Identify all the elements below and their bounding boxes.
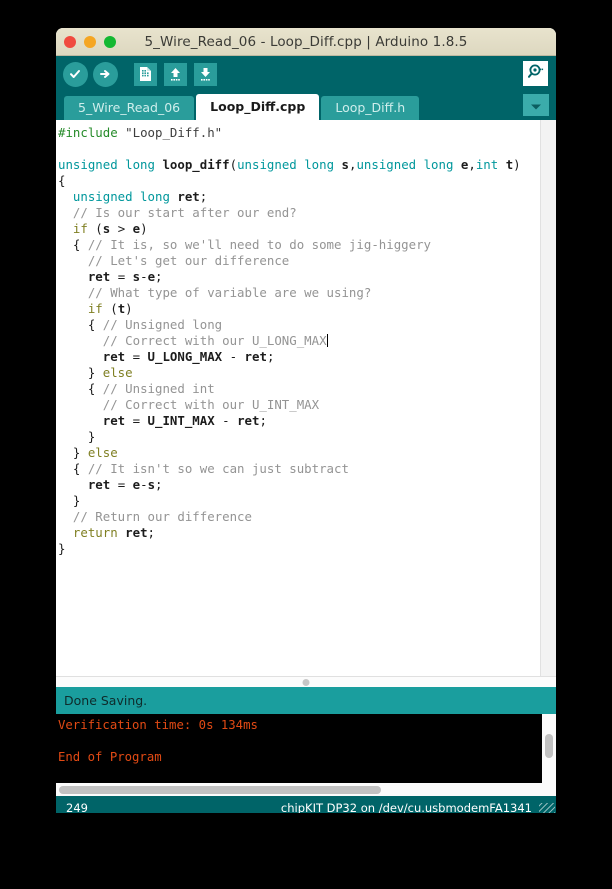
board-port-info: chipKIT DP32 on /dev/cu.usbmodemFA1341 — [280, 800, 532, 814]
status-bar: Done Saving. — [56, 687, 556, 714]
editor-console-splitter[interactable] — [56, 676, 556, 687]
console-scroll-thumb[interactable] — [545, 734, 553, 758]
code-editor[interactable]: #include "Loop_Diff.h" unsigned long loo… — [56, 120, 540, 676]
line-number-indicator: 249 — [66, 800, 88, 814]
new-sketch-button[interactable] — [132, 61, 158, 87]
arrow-right-icon — [92, 61, 118, 87]
magnifier-icon — [526, 62, 545, 85]
bottom-bar: 249 chipKIT DP32 on /dev/cu.usbmodemFA13… — [56, 796, 556, 813]
tab-loop-diff-cpp[interactable]: Loop_Diff.cpp — [196, 94, 320, 120]
title-bar: 5_Wire_Read_06 - Loop_Diff.cpp | Arduino… — [56, 28, 556, 56]
check-icon — [62, 61, 88, 87]
console-hscroll-thumb[interactable] — [59, 786, 381, 794]
console-horizontal-scrollbar[interactable] — [56, 783, 556, 796]
serial-monitor-button[interactable] — [523, 61, 548, 86]
sketch-tab-bar: 5_Wire_Read_06 Loop_Diff.cpp Loop_Diff.h — [56, 92, 556, 120]
arduino-ide-window: 5_Wire_Read_06 - Loop_Diff.cpp | Arduino… — [56, 28, 556, 813]
maximize-window-button[interactable] — [104, 35, 116, 48]
verify-button[interactable] — [62, 61, 88, 87]
arrow-down-icon — [193, 62, 217, 86]
document-icon — [133, 62, 157, 86]
splitter-grip[interactable] — [302, 679, 310, 686]
tab-5-wire-read-06[interactable]: 5_Wire_Read_06 — [64, 96, 195, 120]
chevron-down-icon — [530, 96, 542, 115]
console-text: Verification time: 0s 134ms End of Progr… — [58, 718, 258, 764]
console-vertical-scrollbar[interactable] — [542, 714, 556, 783]
console-output[interactable]: Verification time: 0s 134ms End of Progr… — [56, 714, 542, 783]
arrow-up-icon — [163, 62, 187, 86]
code-text: #include "Loop_Diff.h" unsigned long loo… — [58, 125, 521, 556]
window-title: 5_Wire_Read_06 - Loop_Diff.cpp | Arduino… — [144, 33, 468, 50]
text-caret — [326, 334, 328, 347]
minimize-window-button[interactable] — [84, 35, 96, 48]
tab-menu-button[interactable] — [523, 94, 549, 116]
toolbar — [56, 56, 556, 92]
close-window-button[interactable] — [64, 35, 76, 48]
resize-grip-icon[interactable] — [539, 803, 555, 813]
save-sketch-button[interactable] — [192, 61, 218, 87]
editor-vertical-scrollbar[interactable] — [540, 120, 556, 676]
upload-button[interactable] — [92, 61, 118, 87]
open-sketch-button[interactable] — [162, 61, 188, 87]
editor-area: #include "Loop_Diff.h" unsigned long loo… — [56, 120, 556, 676]
status-message: Done Saving. — [64, 693, 148, 708]
window-controls — [64, 28, 116, 55]
tab-loop-diff-h[interactable]: Loop_Diff.h — [321, 96, 420, 120]
console-area: Verification time: 0s 134ms End of Progr… — [56, 714, 556, 783]
